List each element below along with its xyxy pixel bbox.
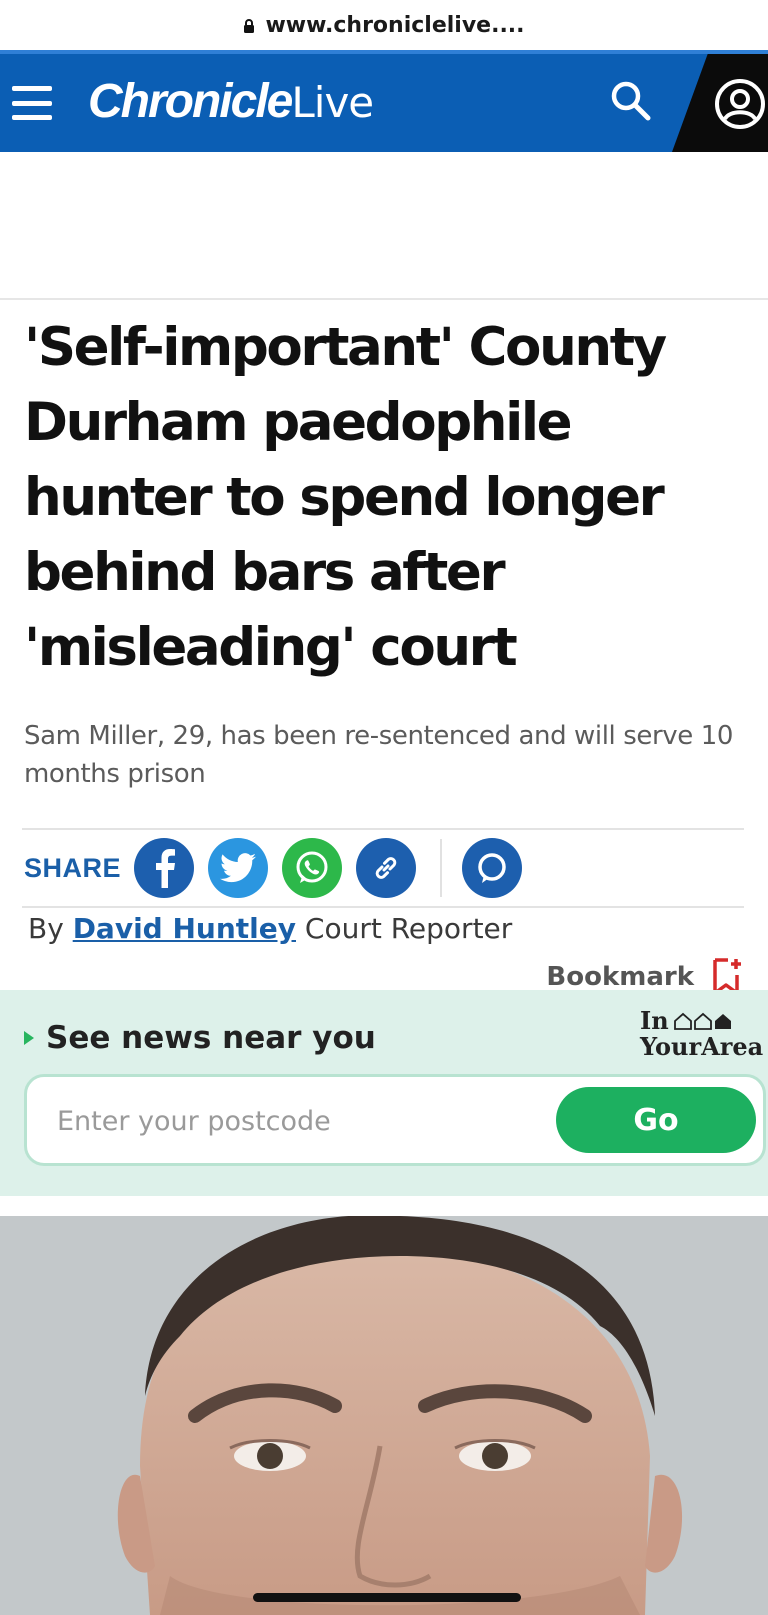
share-divider <box>440 839 443 897</box>
logo-chronicle: Chronicle <box>88 75 293 128</box>
twitter-icon <box>220 853 257 883</box>
bookmark-label: Bookmark <box>546 962 694 992</box>
browser-url-bar[interactable]: www.chroniclelive.... <box>0 0 768 50</box>
site-header: ChronicleLive <box>0 50 768 152</box>
byline-prefix: By <box>28 912 64 945</box>
comments-button[interactable] <box>462 838 523 898</box>
article-standfirst: Sam Miller, 29, has been re-sentenced an… <box>24 721 734 789</box>
whatsapp-share-button[interactable] <box>282 838 343 898</box>
search-icon[interactable] <box>608 78 654 124</box>
article-hero-image <box>0 1216 768 1615</box>
near-you-title-text: See news near you <box>46 1020 376 1056</box>
user-account-icon[interactable] <box>714 78 766 130</box>
twitter-share-button[interactable] <box>208 838 269 898</box>
postcode-input[interactable] <box>55 1095 519 1147</box>
lock-icon <box>244 19 255 33</box>
houses-icon <box>673 1012 731 1030</box>
author-role: Court Reporter <box>304 912 513 945</box>
inyourarea-logo: In YourArea <box>640 1008 763 1060</box>
inyourarea-logo-yourarea: YourArea <box>640 1032 764 1061</box>
near-you-title: See news near you <box>24 1020 376 1056</box>
ad-space <box>0 152 768 300</box>
comments-icon <box>478 853 506 883</box>
copy-link-icon <box>375 857 397 879</box>
postcode-form: Go <box>24 1074 766 1166</box>
share-bar: SHARE <box>22 828 744 908</box>
facebook-share-button[interactable] <box>134 838 195 898</box>
browser-url: www.chroniclelive.... <box>265 12 525 38</box>
go-button[interactable]: Go <box>556 1087 756 1153</box>
mugshot-photo <box>0 1216 768 1615</box>
article-headline: 'Self-important' County Durham paedophil… <box>24 317 667 678</box>
share-label: SHARE <box>24 852 122 883</box>
article-byline: By David Huntley Court Reporter <box>28 912 744 945</box>
home-indicator[interactable] <box>253 1593 521 1602</box>
triangle-icon <box>24 1031 34 1045</box>
author-link[interactable]: David Huntley <box>73 912 296 945</box>
site-logo[interactable]: ChronicleLive <box>88 75 374 129</box>
news-near-you-widget: See news near you In YourArea Go <box>0 990 768 1196</box>
copy-link-button[interactable] <box>356 838 417 898</box>
hamburger-menu-icon[interactable] <box>12 86 52 120</box>
facebook-icon <box>156 849 176 888</box>
logo-live: Live <box>291 78 374 127</box>
inyourarea-logo-in: In <box>640 1006 669 1035</box>
whatsapp-icon <box>296 851 328 883</box>
